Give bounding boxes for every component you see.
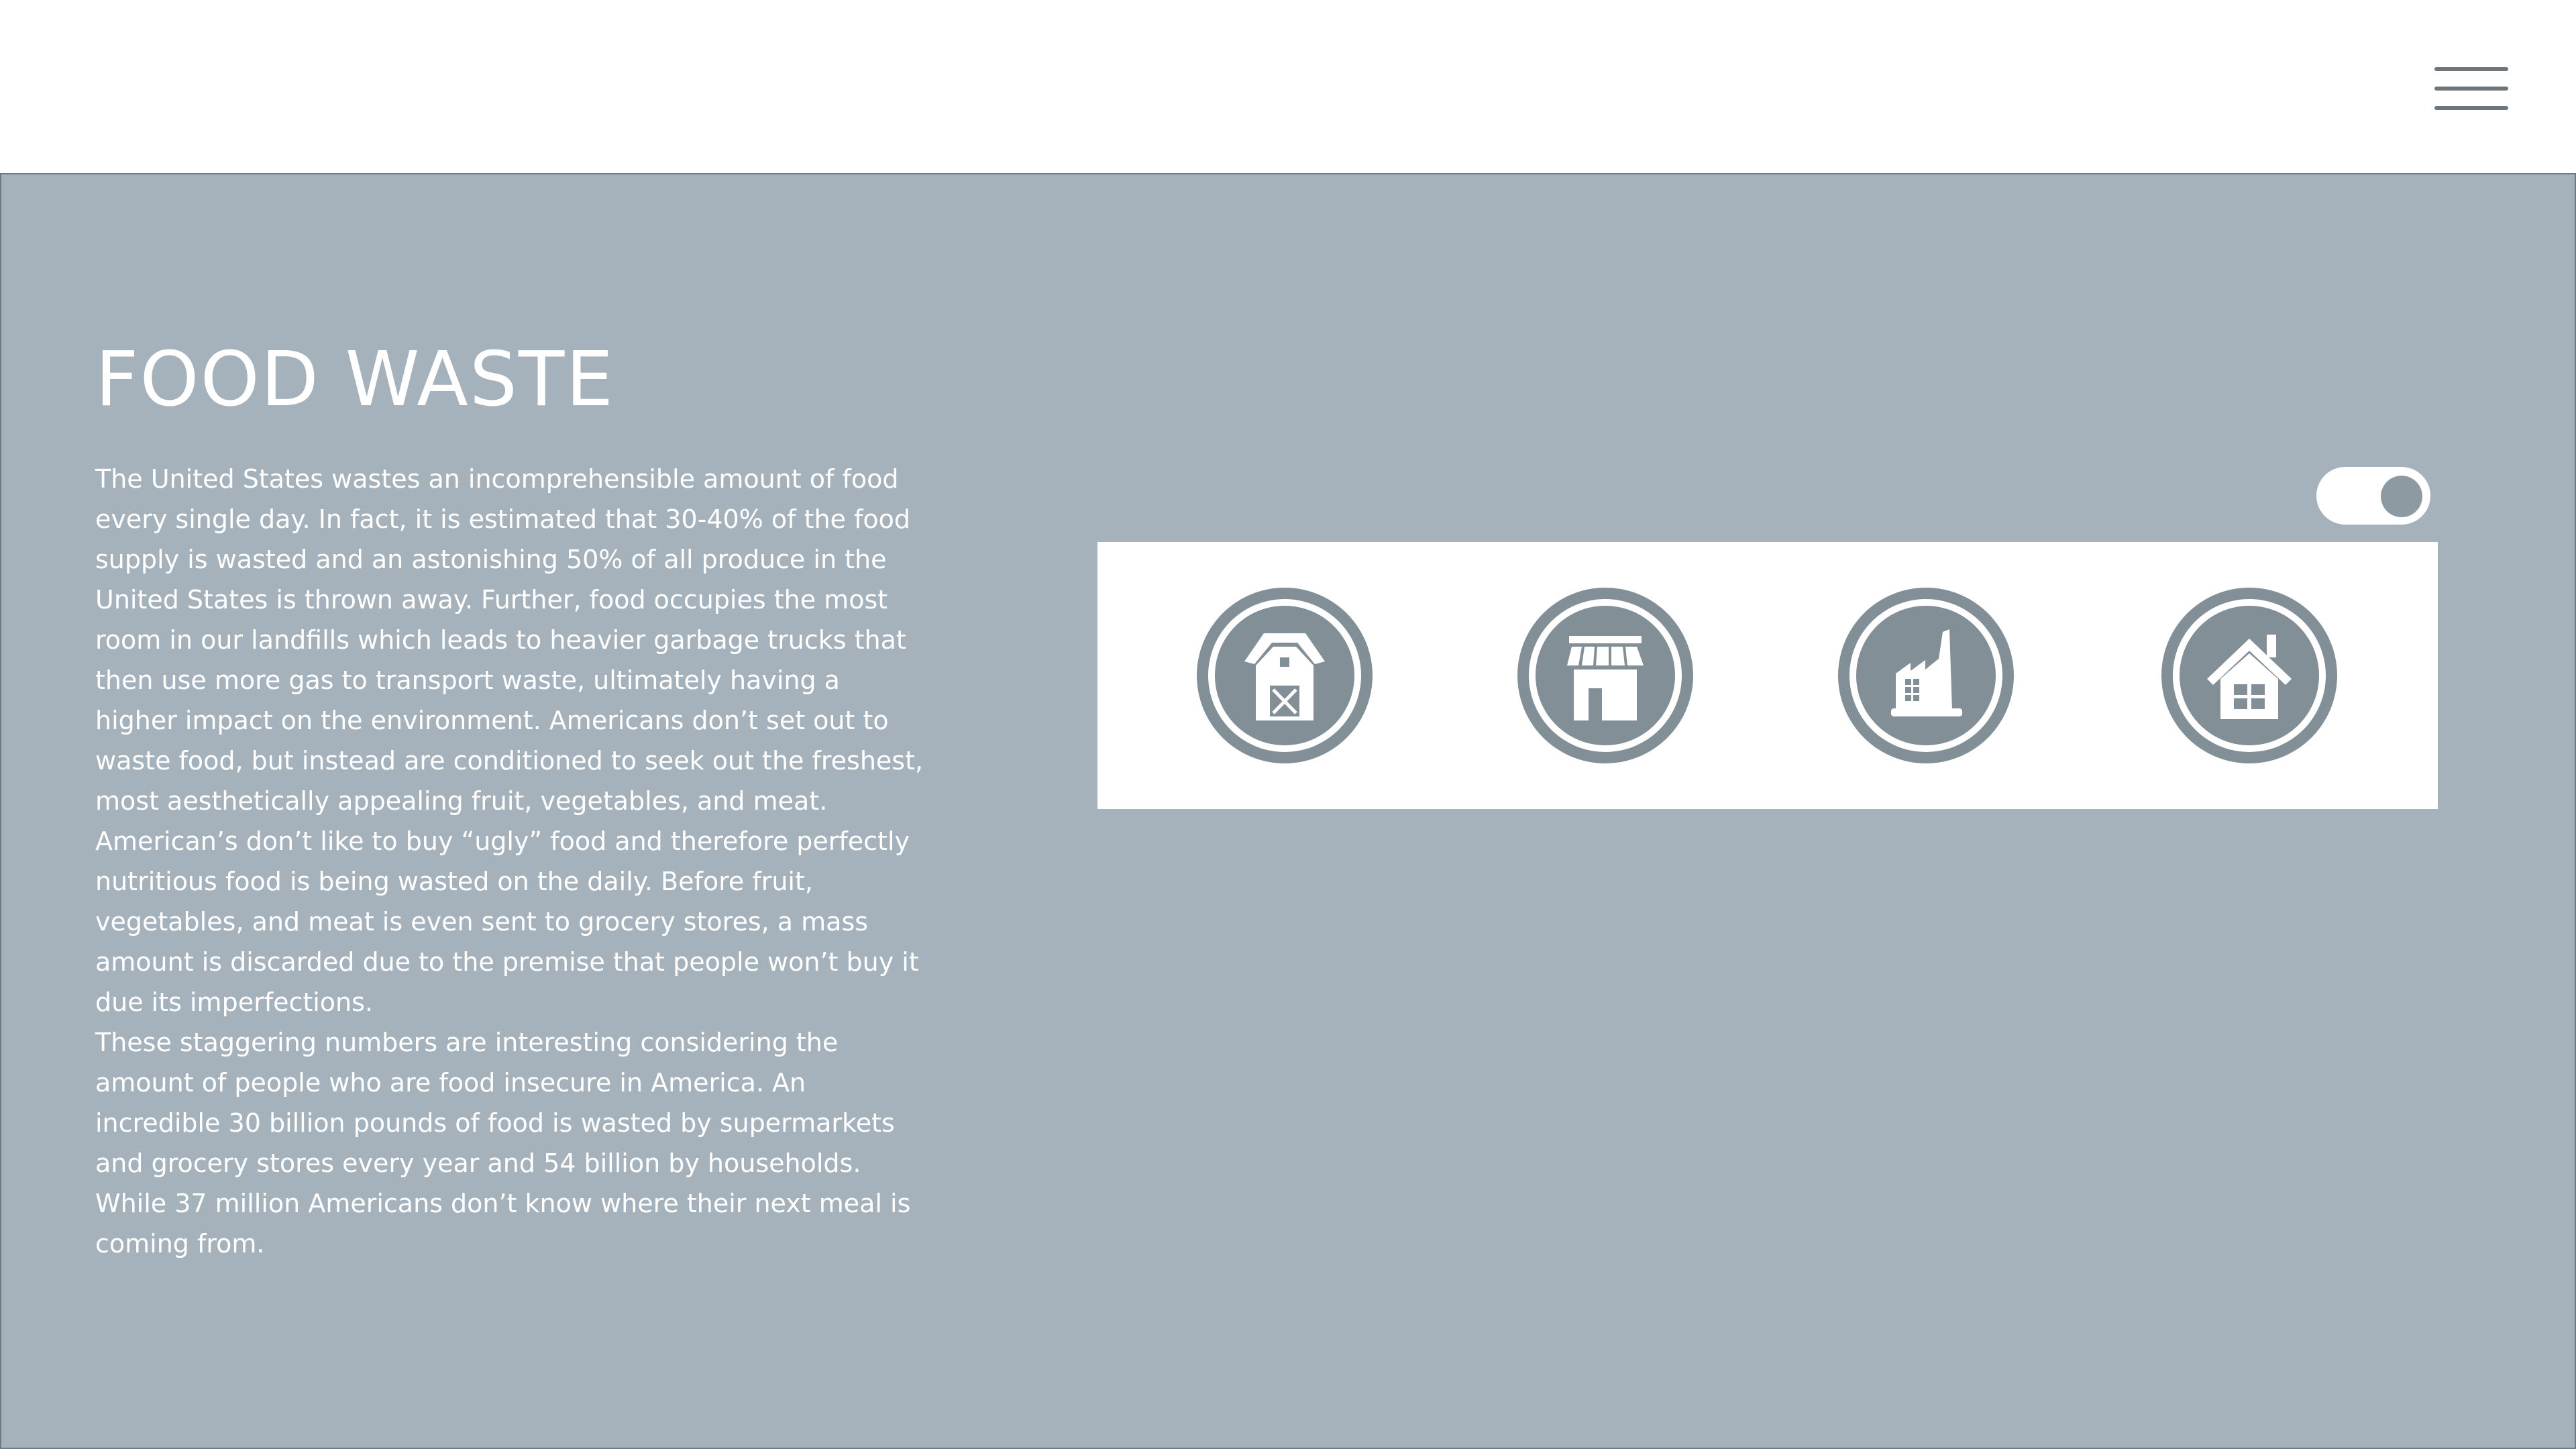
store-icon[interactable] bbox=[1517, 588, 1693, 763]
hamburger-menu-icon[interactable] bbox=[2428, 62, 2512, 118]
page-title: FOOD WASTE bbox=[95, 336, 615, 423]
content-panel: FOOD WASTE The United States wastes an i… bbox=[0, 173, 2576, 1449]
house-icon[interactable] bbox=[2161, 588, 2337, 763]
statistics-paragraph: These staggering numbers are interesting… bbox=[95, 1028, 911, 1258]
view-toggle-switch[interactable] bbox=[2316, 467, 2430, 525]
intro-paragraph: The United States wastes an incomprehens… bbox=[95, 464, 924, 1017]
menu-bar-middle bbox=[2434, 87, 2508, 91]
menu-bar-bottom bbox=[2434, 106, 2508, 110]
top-header bbox=[0, 0, 2576, 173]
menu-bar-top bbox=[2434, 67, 2508, 71]
barn-icon[interactable] bbox=[1197, 588, 1373, 763]
toggle-knob bbox=[2381, 476, 2422, 517]
supply-chain-icon-strip bbox=[1097, 542, 2438, 809]
factory-icon[interactable] bbox=[1838, 588, 2014, 763]
